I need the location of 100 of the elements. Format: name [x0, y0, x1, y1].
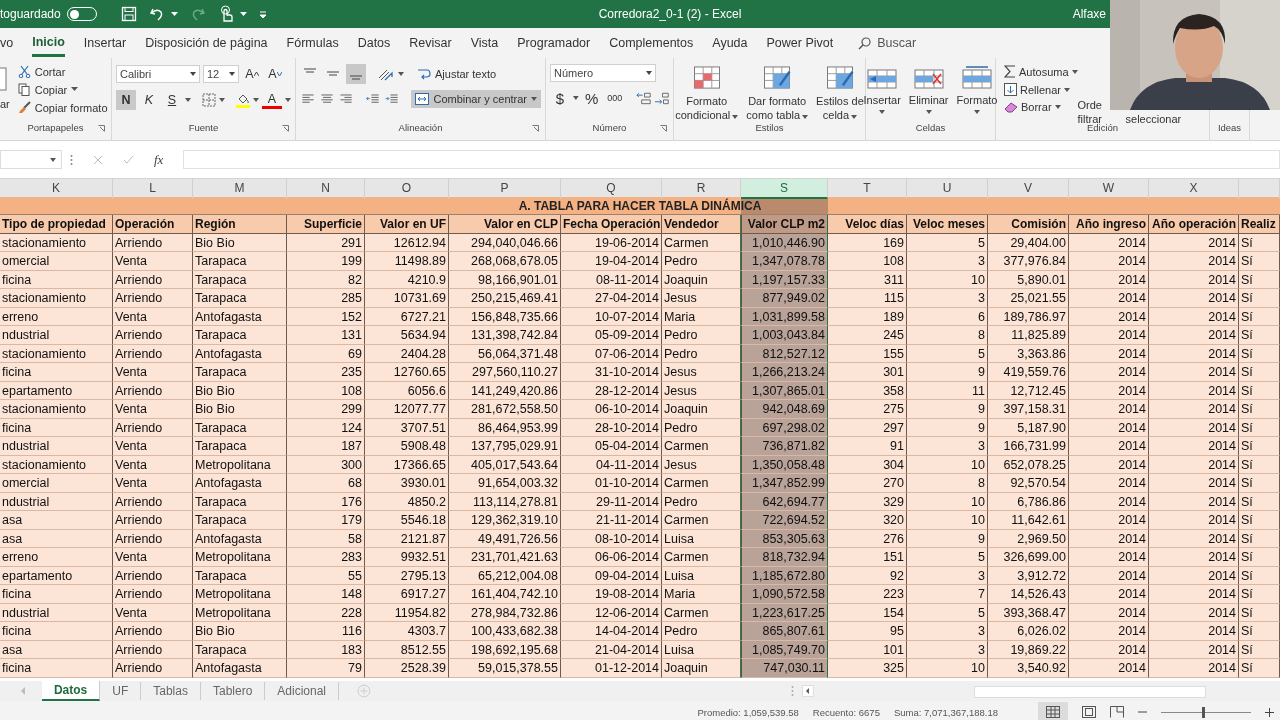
ribbon-tab[interactable]: Inicio	[32, 29, 65, 57]
grip-icon[interactable]	[70, 153, 73, 166]
fill-down-icon	[1004, 83, 1017, 96]
ribbon-tab[interactable]: Ayuda	[712, 29, 748, 57]
wrap-text-button[interactable]: Ajustar texto	[415, 66, 499, 82]
page-break-icon[interactable]	[1110, 706, 1124, 718]
normal-view-button[interactable]	[1038, 702, 1068, 720]
caret-icon	[531, 97, 537, 101]
paste-button[interactable]: ar	[0, 98, 10, 110]
percent-button[interactable]: %	[581, 88, 602, 108]
column-letter[interactable]: S	[741, 179, 828, 199]
cells-icon[interactable]	[867, 66, 898, 90]
sheet-tab[interactable]: Tablas	[141, 682, 201, 700]
formula-input[interactable]	[183, 150, 1280, 169]
caret-icon[interactable]	[573, 96, 579, 100]
ribbon-tab[interactable]: Complementos	[609, 29, 694, 57]
ribbon-tab[interactable]: Power Pivot	[766, 29, 834, 57]
ribbon-tab[interactable]: Programador	[517, 29, 591, 57]
format-painter-button[interactable]: Copiar formato	[15, 100, 110, 115]
dialog-launcher-icon[interactable]	[532, 125, 539, 132]
fill-color-icon[interactable]	[236, 92, 250, 108]
cells-button[interactable]: Insertar	[863, 93, 901, 107]
table-style-icon[interactable]	[825, 66, 854, 91]
caret-icon[interactable]	[239, 11, 247, 17]
search-field[interactable]: Buscar	[858, 36, 917, 50]
page-layout-icon[interactable]	[1082, 706, 1096, 718]
bold-button[interactable]: N	[116, 90, 136, 110]
caret-icon[interactable]	[879, 110, 886, 114]
italic-button[interactable]: K	[139, 90, 159, 110]
ribbon-tab[interactable]: Datos	[357, 29, 391, 57]
ribbon-tab[interactable]: Fórmulas	[286, 29, 339, 57]
table-cell: Arriendo	[113, 326, 193, 345]
table-cell: 2014	[1069, 585, 1149, 604]
cells-button[interactable]: Eliminar	[908, 93, 949, 107]
caret-icon[interactable]	[253, 98, 259, 102]
font-color-button[interactable]: A	[262, 91, 282, 109]
shrink-font-button[interactable]: A	[265, 64, 285, 84]
status-sum: Suma: 7,071,367,188.18	[893, 706, 998, 718]
copy-button[interactable]: Copiar	[15, 82, 110, 97]
increase-decimal-icon[interactable]	[635, 91, 651, 105]
font-family-select[interactable]: Calibri	[116, 65, 200, 83]
autosum-button[interactable]: Autosuma	[1002, 64, 1080, 79]
table-cell: 747,030.11	[741, 659, 828, 678]
table-style-icon[interactable]	[763, 66, 792, 91]
thousands-button[interactable]: 000	[604, 88, 625, 108]
table-cell: Venta	[113, 400, 193, 419]
zoom-in-icon[interactable]	[1265, 707, 1274, 717]
ribbon-tab[interactable]: Vista	[470, 29, 499, 57]
cells-icon[interactable]	[962, 66, 992, 90]
cells-icon[interactable]	[913, 66, 944, 90]
table-cell: 11,642.61	[988, 511, 1069, 530]
ribbon-tab[interactable]: Revisar	[409, 29, 452, 57]
caret-icon[interactable]	[219, 98, 225, 102]
find-select-button[interactable]: seleccionar	[1125, 112, 1182, 126]
scroll-left-icon[interactable]	[802, 685, 815, 697]
currency-button[interactable]: $	[550, 88, 570, 108]
underline-button[interactable]: S	[162, 90, 182, 110]
group-label: Portapapeles	[27, 122, 84, 133]
dialog-launcher-icon[interactable]	[282, 125, 289, 132]
table-cell: 245	[828, 326, 907, 345]
user-name[interactable]: Alfaxe	[1072, 7, 1106, 21]
font-size-select[interactable]: 12	[203, 65, 239, 83]
ribbon-tab[interactable]: Disposición de página	[145, 29, 268, 57]
ribbon-tab[interactable]: vo	[0, 29, 14, 57]
table-cell: Bio Bio	[193, 400, 287, 419]
ribbon-tab[interactable]: Insertar	[83, 29, 127, 57]
dialog-launcher-icon[interactable]	[98, 125, 105, 132]
sheet-tab[interactable]: Adicional	[265, 682, 339, 700]
zoom-thumb[interactable]	[1201, 706, 1205, 718]
caret-icon[interactable]	[285, 98, 291, 102]
sheet-tab[interactable]: Tablero	[200, 682, 266, 700]
grow-font-button[interactable]: A	[242, 64, 262, 84]
caret-icon[interactable]	[398, 72, 404, 76]
table-cell: 281,672,558.50	[449, 400, 561, 419]
sheet-tab[interactable]: UF	[100, 682, 142, 700]
style-button[interactable]: Dar formato como tabla	[746, 94, 809, 122]
undo-icon[interactable]	[148, 6, 165, 22]
number-format-select[interactable]: Número	[550, 64, 656, 82]
style-button[interactable]: Formato condicional	[675, 94, 739, 122]
caret-icon[interactable]	[974, 110, 980, 114]
insert-function-button[interactable]: fx	[154, 151, 164, 168]
sheet-tab[interactable]: Datos	[41, 681, 101, 701]
table-cell: 2014	[1069, 474, 1149, 493]
table-cell: 377,976.84	[988, 252, 1069, 271]
caret-icon[interactable]	[185, 98, 191, 102]
customize-icon[interactable]	[258, 10, 267, 18]
decrease-decimal-icon[interactable]	[653, 91, 669, 105]
merge-center-button[interactable]: Combinar y centrar	[411, 90, 541, 108]
table-cell: 2014	[1149, 511, 1239, 530]
cut-button[interactable]: Cortar	[15, 64, 110, 79]
dialog-launcher-icon[interactable]	[660, 125, 667, 132]
table-cell: 116	[287, 622, 365, 641]
save-icon[interactable]	[120, 6, 137, 22]
style-button[interactable]: Estilos de celda	[816, 94, 864, 122]
caret-icon[interactable]	[925, 110, 932, 114]
group-label: Estilos	[755, 122, 784, 133]
fill-button[interactable]: Rellenar	[1002, 82, 1080, 97]
caret-icon[interactable]	[170, 11, 178, 17]
cells-button[interactable]: Formato	[956, 93, 998, 107]
table-style-icon[interactable]	[692, 66, 721, 91]
